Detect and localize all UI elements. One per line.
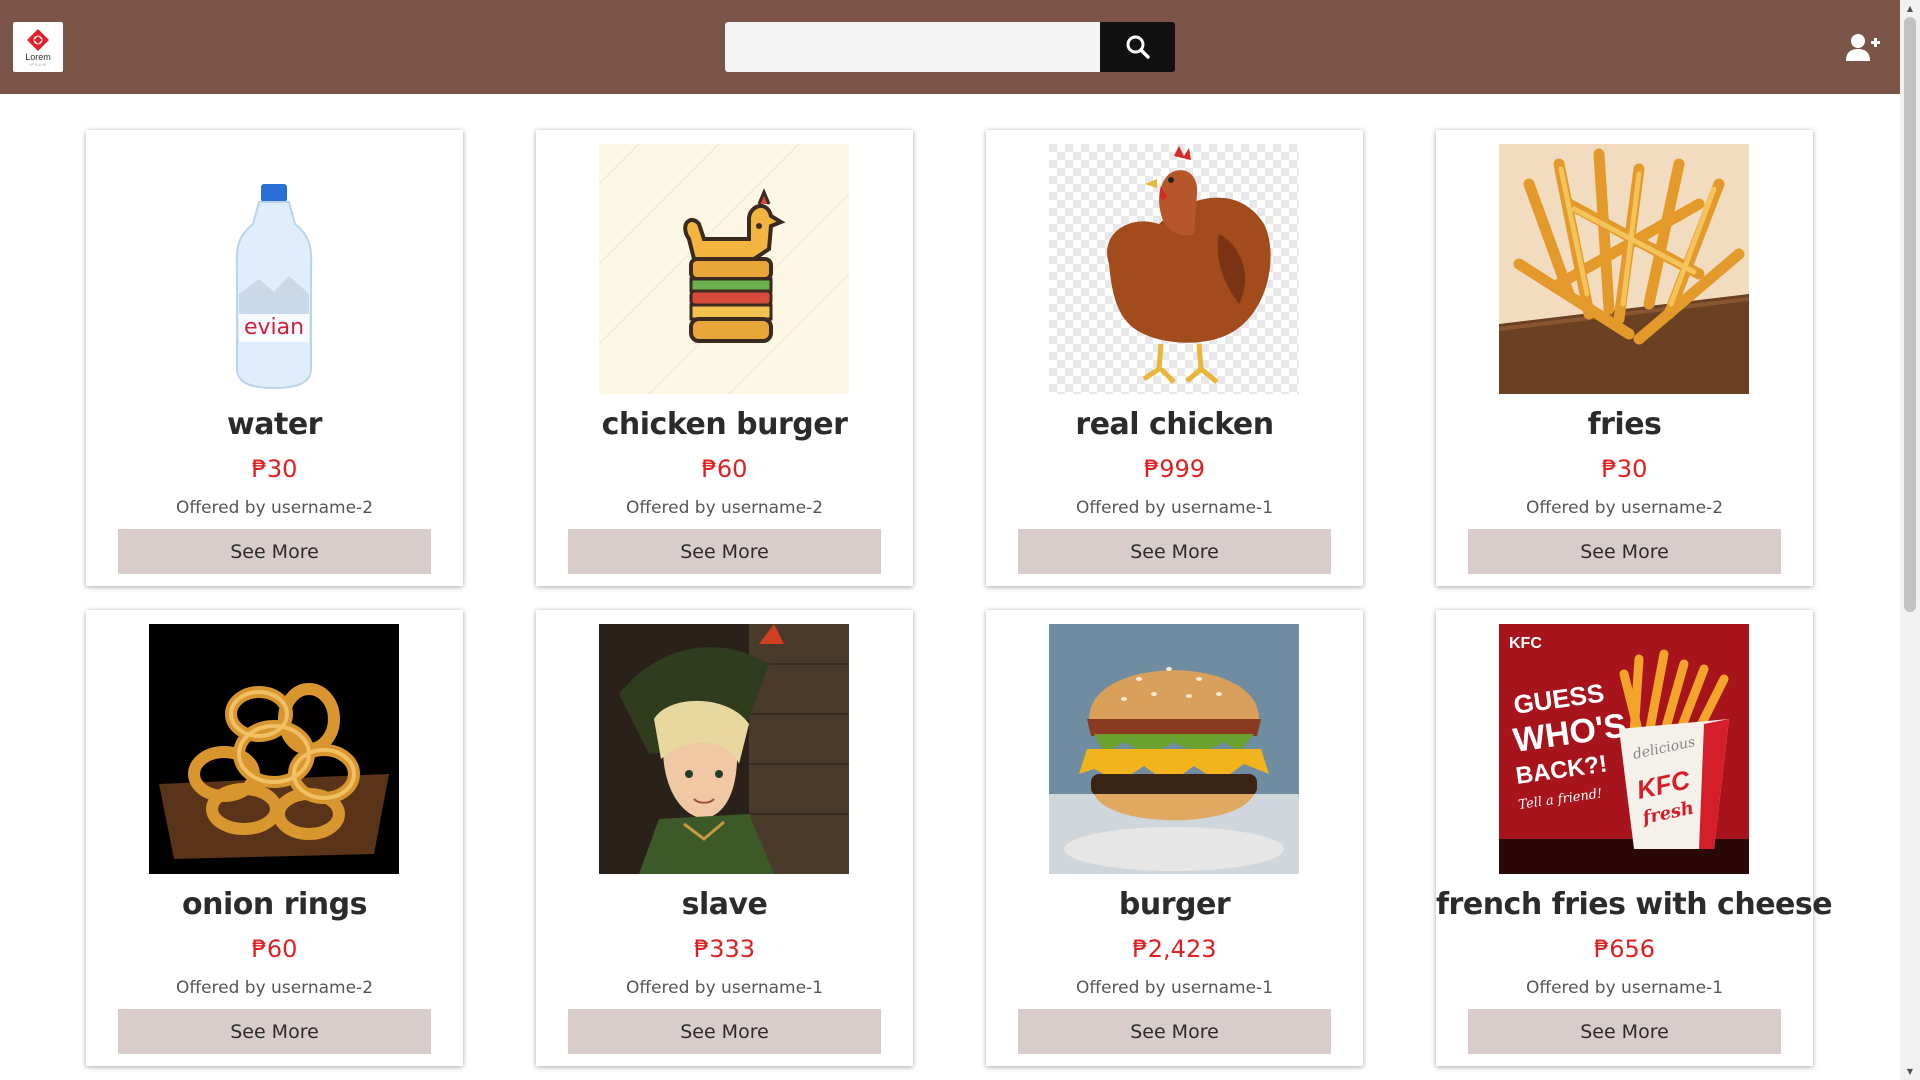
product-name: water [227, 407, 322, 442]
product-price: ₱30 [251, 455, 298, 483]
site-logo[interactable]: Lorem IPSUM [13, 22, 63, 72]
water-bottle-image: evian [149, 144, 399, 394]
product-card: fries ₱30 Offered by username-2 See More [1436, 130, 1813, 586]
product-image-burger[interactable] [1049, 624, 1299, 874]
see-more-button[interactable]: See More [568, 529, 881, 574]
product-image-real-chicken[interactable] [1049, 144, 1299, 394]
product-name: chicken burger [601, 407, 848, 442]
chicken-burger-logo-image [599, 144, 849, 394]
see-more-button[interactable]: See More [1018, 529, 1331, 574]
water-label-text: evian [244, 315, 304, 340]
product-name: fries [1587, 407, 1662, 442]
product-price: ₱333 [693, 935, 756, 963]
product-card: burger ₱2,423 Offered by username-1 See … [986, 610, 1363, 1066]
product-image-slave[interactable] [599, 624, 849, 874]
see-more-button[interactable]: See More [568, 1009, 881, 1054]
game-character-image [599, 624, 849, 874]
see-more-button[interactable]: See More [118, 529, 431, 574]
vertical-scrollbar[interactable]: ▲ ▼ [1900, 0, 1920, 1080]
product-name: real chicken [1075, 407, 1274, 442]
scroll-down-arrow-icon[interactable]: ▼ [1900, 1063, 1920, 1080]
product-name: french fries with cheese [1436, 887, 1833, 922]
onion-rings-image [149, 624, 399, 874]
product-card: slave ₱333 Offered by username-1 See Mor… [536, 610, 913, 1066]
product-seller: Offered by username-2 [625, 498, 824, 518]
product-image-onion-rings[interactable] [149, 624, 399, 874]
product-seller: Offered by username-1 [1075, 498, 1274, 518]
kfc-fries-ad-image: KFC GUESS WHO'S BACK?! Tell a friend! de… [1499, 624, 1749, 874]
search-button[interactable] [1100, 22, 1175, 72]
search-input[interactable] [725, 22, 1100, 72]
hen-image [1049, 144, 1299, 394]
see-more-button[interactable]: See More [1468, 529, 1781, 574]
product-price: ₱60 [701, 455, 748, 483]
product-price: ₱656 [1593, 935, 1656, 963]
product-seller: Offered by username-2 [175, 498, 374, 518]
scroll-up-arrow-icon[interactable]: ▲ [1900, 0, 1920, 17]
scrollbar-thumb[interactable] [1904, 17, 1916, 612]
product-seller: Offered by username-1 [625, 978, 824, 998]
product-grid: evian water ₱30 Offered by username-2 Se… [86, 130, 1833, 1066]
see-more-button[interactable]: See More [118, 1009, 431, 1054]
product-image-water[interactable]: evian [149, 144, 399, 394]
product-price: ₱999 [1143, 455, 1206, 483]
logo-text: Lorem [25, 51, 51, 62]
add-user-button[interactable] [1844, 28, 1882, 66]
product-price: ₱2,423 [1132, 935, 1217, 963]
kfc-brand-text: KFC [1509, 635, 1542, 652]
top-navbar: Lorem IPSUM [0, 0, 1900, 94]
product-card: evian water ₱30 Offered by username-2 Se… [86, 130, 463, 586]
product-seller: Offered by username-1 [1075, 978, 1274, 998]
see-more-button[interactable]: See More [1468, 1009, 1781, 1054]
product-name: slave [681, 887, 768, 922]
see-more-button[interactable]: See More [1018, 1009, 1331, 1054]
product-image-fries[interactable] [1499, 144, 1749, 394]
user-plus-icon [1846, 34, 1880, 61]
product-seller: Offered by username-2 [175, 978, 374, 998]
fries-image [1499, 144, 1749, 394]
product-card: real chicken ₱999 Offered by username-1 … [986, 130, 1363, 586]
product-card: onion rings ₱60 Offered by username-2 Se… [86, 610, 463, 1066]
product-card: KFC GUESS WHO'S BACK?! Tell a friend! de… [1436, 610, 1833, 1066]
product-seller: Offered by username-2 [1525, 498, 1724, 518]
product-price: ₱30 [1601, 455, 1648, 483]
product-name: burger [1118, 887, 1231, 922]
search-icon [1126, 35, 1150, 59]
product-image-french-fries-with-cheese[interactable]: KFC GUESS WHO'S BACK?! Tell a friend! de… [1499, 624, 1749, 874]
product-seller: Offered by username-1 [1525, 978, 1724, 998]
product-image-chicken-burger[interactable] [599, 144, 849, 394]
logo-subtext: IPSUM [29, 61, 47, 67]
product-name: onion rings [182, 887, 367, 922]
product-card: chicken burger ₱60 Offered by username-2… [536, 130, 913, 586]
product-price: ₱60 [251, 935, 298, 963]
logo-icon [27, 28, 49, 51]
burger-image [1049, 624, 1299, 874]
